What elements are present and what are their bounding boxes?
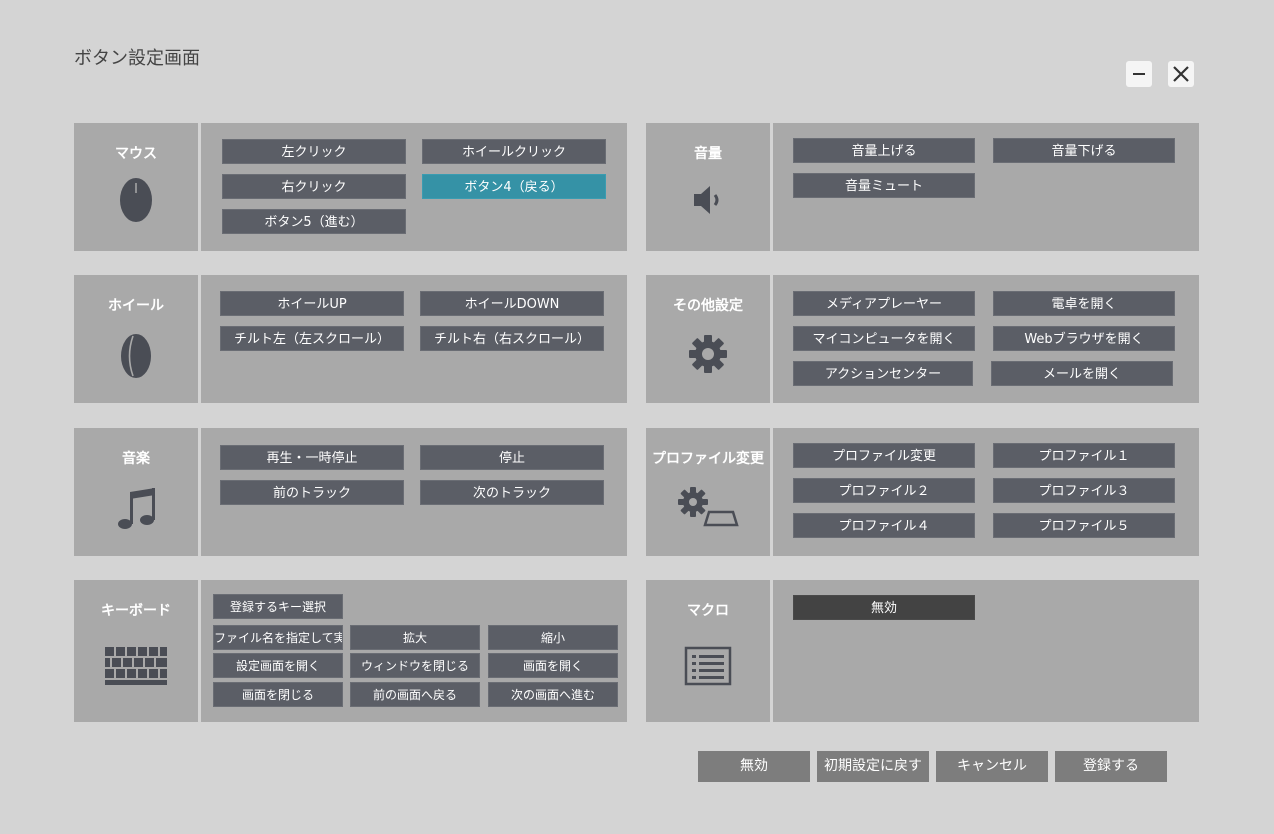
speaker-icon [694, 186, 719, 214]
stop-button[interactable]: 停止 [420, 445, 604, 470]
my-computer-button[interactable]: マイコンピュータを開く [793, 326, 975, 351]
close-window-button[interactable]: ウィンドウを閉じる [350, 653, 480, 678]
mouse-panel: マウス 左クリック ホイールクリック 右クリック ボタン4（戻る） ボタン5（進… [74, 123, 627, 251]
page-title: ボタン設定画面 [74, 48, 200, 69]
wheel-category: ホイール [74, 275, 201, 403]
profile-3-button[interactable]: プロファイル３ [993, 478, 1175, 503]
reset-defaults-button[interactable]: 初期設定に戻す [817, 751, 929, 782]
mouse-label: マウス [115, 146, 157, 162]
macro-disabled-button[interactable]: 無効 [793, 595, 975, 620]
mouse-icon [120, 178, 152, 222]
calculator-button[interactable]: 電卓を開く [993, 291, 1175, 316]
right-click-button[interactable]: 右クリック [222, 174, 406, 199]
profile-panel: プロファイル変更 プロファイル変更 プロファイル１ プロファイル２ プロファイル… [646, 428, 1199, 556]
macro-category: マクロ [646, 580, 773, 722]
action-center-button[interactable]: アクションセンター [793, 361, 973, 386]
profile-5-button[interactable]: プロファイル５ [993, 513, 1175, 538]
volume-down-button[interactable]: 音量下げる [993, 138, 1175, 163]
next-screen-button[interactable]: 次の画面へ進む [488, 682, 618, 707]
keyboard-category: キーボード [74, 580, 201, 722]
list-icon [684, 646, 732, 686]
profile-switch-icon [678, 487, 739, 527]
close-button[interactable] [1168, 61, 1194, 87]
wheel-down-button[interactable]: ホイールDOWN [420, 291, 604, 316]
wheel-up-button[interactable]: ホイールUP [220, 291, 404, 316]
wheel-panel: ホイール ホイールUP ホイールDOWN チルト左（左スクロール） チルト右（右… [74, 275, 627, 403]
music-panel: 音楽 再生・一時停止 停止 前のトラック 次のトラック [74, 428, 627, 556]
play-pause-button[interactable]: 再生・一時停止 [220, 445, 404, 470]
register-button[interactable]: 登録する [1055, 751, 1167, 782]
wheel-click-button[interactable]: ホイールクリック [422, 139, 606, 164]
previous-screen-button[interactable]: 前の画面へ戻る [350, 682, 480, 707]
minimize-button[interactable] [1126, 61, 1152, 87]
media-player-button[interactable]: メディアプレーヤー [793, 291, 975, 316]
macro-label: マクロ [687, 603, 729, 619]
volume-up-button[interactable]: 音量上げる [793, 138, 975, 163]
profile-4-button[interactable]: プロファイル４ [793, 513, 975, 538]
wheel-label: ホイール [108, 298, 164, 314]
open-screen-button[interactable]: 画面を開く [488, 653, 618, 678]
profile-category: プロファイル変更 [646, 428, 773, 556]
open-settings-button[interactable]: 設定画面を開く [213, 653, 343, 678]
volume-category: 音量 [646, 123, 773, 251]
other-settings-label: その他設定 [673, 298, 743, 314]
wheel-icon [121, 334, 151, 378]
zoom-out-button[interactable]: 縮小 [488, 625, 618, 650]
macro-panel: マクロ 無効 [646, 580, 1199, 722]
other-settings-category: その他設定 [646, 275, 773, 403]
web-browser-button[interactable]: Webブラウザを開く [993, 326, 1175, 351]
profile-switch-button[interactable]: プロファイル変更 [793, 443, 975, 468]
volume-mute-button[interactable]: 音量ミュート [793, 173, 975, 198]
gear-icon [689, 335, 727, 373]
tilt-left-button[interactable]: チルト左（左スクロール） [220, 326, 404, 351]
keyboard-icon [105, 647, 167, 685]
run-dialog-button[interactable]: ファイル名を指定して実行 [213, 625, 343, 650]
cancel-button[interactable]: キャンセル [936, 751, 1048, 782]
music-note-icon [118, 488, 155, 529]
music-label: 音楽 [122, 451, 150, 467]
volume-label: 音量 [694, 146, 722, 162]
keyboard-panel: キーボード 登録するキー選択 ファイル名を指定して実行 拡大 縮小 設定画面を開… [74, 580, 627, 722]
profile-label: プロファイル変更 [652, 451, 764, 467]
tilt-right-button[interactable]: チルト右（右スクロール） [420, 326, 604, 351]
close-screen-button[interactable]: 画面を閉じる [213, 682, 343, 707]
minus-icon [1133, 73, 1145, 75]
button5-forward-button[interactable]: ボタン5（進む） [222, 209, 406, 234]
music-category: 音楽 [74, 428, 201, 556]
profile-1-button[interactable]: プロファイル１ [993, 443, 1175, 468]
zoom-in-button[interactable]: 拡大 [350, 625, 480, 650]
keyboard-label: キーボード [101, 603, 171, 619]
other-settings-panel: その他設定 メディアプレーヤー 電卓を開く マイコンピュータを開く Webブラウ… [646, 275, 1199, 403]
mail-button[interactable]: メールを開く [991, 361, 1173, 386]
profile-2-button[interactable]: プロファイル２ [793, 478, 975, 503]
previous-track-button[interactable]: 前のトラック [220, 480, 404, 505]
button4-back-button[interactable]: ボタン4（戻る） [422, 174, 606, 199]
select-key-button[interactable]: 登録するキー選択 [213, 594, 343, 619]
mouse-category: マウス [74, 123, 201, 251]
left-click-button[interactable]: 左クリック [222, 139, 406, 164]
volume-panel: 音量 音量上げる 音量下げる 音量ミュート [646, 123, 1199, 251]
close-icon [1173, 66, 1189, 82]
disable-button[interactable]: 無効 [698, 751, 810, 782]
next-track-button[interactable]: 次のトラック [420, 480, 604, 505]
